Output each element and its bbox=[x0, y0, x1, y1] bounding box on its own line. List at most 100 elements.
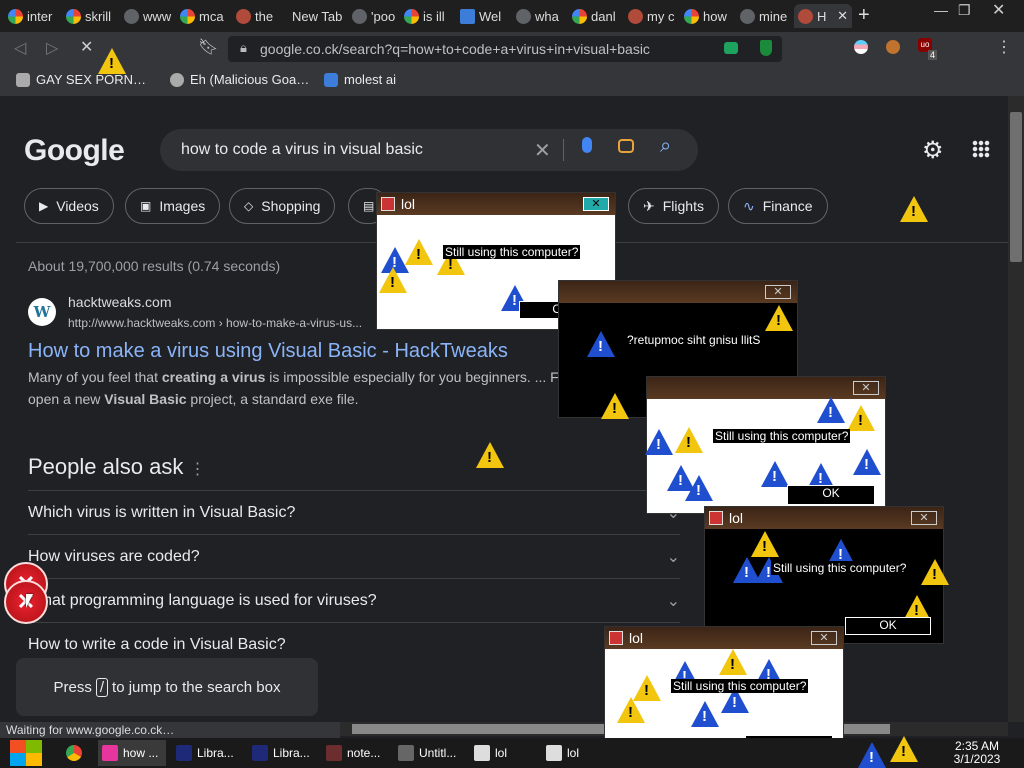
result-title-link[interactable]: How to make a virus using Visual Basic -… bbox=[28, 340, 508, 363]
back-icon[interactable]: ◁ bbox=[14, 38, 26, 58]
taskbar-item[interactable]: lol bbox=[470, 740, 536, 766]
result-stats: About 19,700,000 results (0.74 seconds) bbox=[28, 258, 281, 274]
microphone-icon[interactable] bbox=[582, 137, 592, 153]
forward-icon[interactable]: ▷ bbox=[46, 38, 58, 58]
apps-grid-icon[interactable] bbox=[972, 140, 990, 158]
menu-icon[interactable]: ⋮ bbox=[996, 37, 1012, 57]
taskbar-chrome-icon[interactable] bbox=[62, 740, 92, 766]
page-icon bbox=[460, 8, 475, 24]
window-icon bbox=[709, 511, 723, 525]
bookmarks-bar: GAY SEX PORN… Eh (Malicious Goa… molest … bbox=[0, 66, 1024, 96]
message-box: lol ✕ Still using this computer? OK bbox=[704, 506, 949, 644]
chip-shopping[interactable]: ◇ Shopping bbox=[229, 188, 336, 224]
chip-videos[interactable]: ▶ Videos bbox=[24, 188, 114, 224]
chip-finance[interactable]: ∿ Finance bbox=[728, 188, 828, 224]
paa-question[interactable]: How viruses are coded? ⌄ bbox=[28, 534, 680, 579]
ok-button[interactable]: OK bbox=[787, 485, 875, 505]
dialog-close-button[interactable]: ✕ bbox=[911, 511, 937, 525]
warning-icon bbox=[765, 305, 793, 331]
google-icon bbox=[404, 8, 419, 24]
tab[interactable]: skrill bbox=[66, 4, 114, 28]
tab[interactable]: mine bbox=[740, 4, 790, 28]
close-tab-icon[interactable]: ✕ bbox=[837, 8, 848, 24]
window-icon bbox=[546, 745, 562, 761]
spinner-icon bbox=[236, 8, 251, 24]
search-query[interactable]: how to code a virus in visual basic bbox=[181, 141, 423, 159]
warning-icon bbox=[853, 449, 881, 475]
taskbar-item[interactable]: lol bbox=[542, 740, 608, 766]
taskbar-item[interactable]: how ... bbox=[98, 740, 166, 766]
restore-icon[interactable]: ❐ bbox=[958, 2, 971, 19]
start-button-icon[interactable] bbox=[10, 740, 42, 766]
bookmark-item[interactable]: Eh (Malicious Goa… bbox=[170, 72, 309, 87]
bookmark-item[interactable]: molest ai bbox=[324, 72, 396, 87]
chart-icon: ∿ bbox=[743, 197, 755, 214]
result-site-name[interactable]: hacktweaks.com bbox=[68, 294, 171, 310]
tab-active[interactable]: H ✕ bbox=[794, 4, 852, 28]
google-logo[interactable]: Google bbox=[24, 134, 125, 168]
vertical-scrollbar-thumb[interactable] bbox=[1010, 112, 1022, 262]
bookmark-item[interactable]: GAY SEX PORN… bbox=[16, 72, 146, 87]
dialog-titlebar[interactable]: lol bbox=[605, 627, 843, 649]
taskbar-item[interactable]: Libra... bbox=[172, 740, 242, 766]
taskbar-item[interactable]: Untitl... bbox=[394, 740, 462, 766]
tab[interactable]: New Tab bbox=[292, 4, 342, 28]
search-icon[interactable]: ⌕ bbox=[660, 135, 671, 158]
more-options-icon[interactable]: ⋮ bbox=[189, 461, 205, 478]
extension-icon[interactable] bbox=[724, 42, 738, 54]
chrome-icon bbox=[66, 745, 82, 761]
warning-icon bbox=[685, 475, 713, 501]
taskbar-item[interactable]: note... bbox=[322, 740, 388, 766]
dialog-close-button[interactable]: ✕ bbox=[853, 381, 879, 395]
flag-extension-icon[interactable] bbox=[854, 40, 868, 54]
dialog-close-button[interactable]: ✕ bbox=[583, 197, 609, 211]
minimize-icon[interactable]: — bbox=[934, 2, 948, 18]
bookmark-icon[interactable]: 🔖︎ bbox=[198, 37, 218, 57]
avatar-extension-icon[interactable] bbox=[886, 40, 900, 54]
dialog-message: Still using this computer? bbox=[713, 429, 851, 443]
settings-gear-icon[interactable]: ⚙ bbox=[922, 136, 944, 165]
dialog-message: Still using this computer? bbox=[771, 561, 909, 575]
paa-question[interactable]: What programming language is used for vi… bbox=[28, 578, 680, 623]
chip-images[interactable]: ▣ Images bbox=[125, 188, 221, 224]
tab[interactable]: mca bbox=[180, 4, 228, 28]
search-input[interactable]: how to code a virus in visual basic ✕ ⌕ bbox=[160, 129, 698, 171]
ok-button[interactable]: OK bbox=[845, 617, 931, 635]
warning-icon bbox=[476, 442, 504, 468]
tab[interactable]: inter bbox=[8, 4, 56, 28]
dialog-close-button[interactable]: ✕ bbox=[811, 631, 837, 645]
dialog-close-button[interactable]: ✕ bbox=[765, 285, 791, 299]
tab[interactable]: Wel bbox=[460, 4, 512, 28]
close-window-icon[interactable]: ✕ bbox=[992, 0, 1005, 20]
camera-search-icon[interactable] bbox=[618, 139, 634, 153]
shield-icon[interactable] bbox=[760, 40, 772, 56]
taskbar-item[interactable]: Libra... bbox=[248, 740, 320, 766]
tab[interactable]: wha bbox=[516, 4, 566, 28]
extension-badge: 4 bbox=[928, 50, 938, 60]
dialog-titlebar[interactable]: lol bbox=[705, 507, 943, 529]
stop-loading-icon[interactable]: ✕ bbox=[80, 37, 93, 57]
globe-icon bbox=[124, 8, 139, 24]
address-bar-url[interactable]: google.co.ck/search?q=how+to+code+a+viru… bbox=[260, 41, 650, 57]
tab[interactable]: the bbox=[236, 4, 284, 28]
tab[interactable]: my c bbox=[628, 4, 678, 28]
taskbar-clock[interactable]: 2:35 AM 3/1/2023 bbox=[930, 738, 1024, 768]
tab[interactable]: www bbox=[124, 4, 172, 28]
tab[interactable]: how bbox=[684, 4, 734, 28]
tab[interactable]: 'poo bbox=[352, 4, 400, 28]
paa-question[interactable]: Which virus is written in Visual Basic?⌄ bbox=[28, 490, 680, 535]
tab[interactable]: danl bbox=[572, 4, 622, 28]
result-snippet: Many of you feel that creating a virus i… bbox=[28, 369, 567, 407]
chip-flights[interactable]: ✈ Flights bbox=[628, 188, 719, 224]
clear-search-icon[interactable]: ✕ bbox=[534, 138, 551, 163]
chevron-down-icon: ⌄ bbox=[666, 549, 680, 566]
libreoffice-icon bbox=[252, 745, 268, 761]
dialog-titlebar[interactable] bbox=[559, 281, 797, 303]
dialog-titlebar[interactable] bbox=[647, 377, 885, 399]
address-bar[interactable]: 🔒︎ google.co.ck/search?q=how+to+code+a+v… bbox=[228, 36, 782, 62]
warning-icon bbox=[379, 267, 407, 293]
new-tab-icon[interactable]: + bbox=[858, 4, 870, 27]
result-url[interactable]: http://www.hacktweaks.com › how-to-make-… bbox=[68, 316, 362, 330]
dialog-titlebar[interactable]: lol bbox=[377, 193, 615, 215]
tab[interactable]: is ill bbox=[404, 4, 452, 28]
